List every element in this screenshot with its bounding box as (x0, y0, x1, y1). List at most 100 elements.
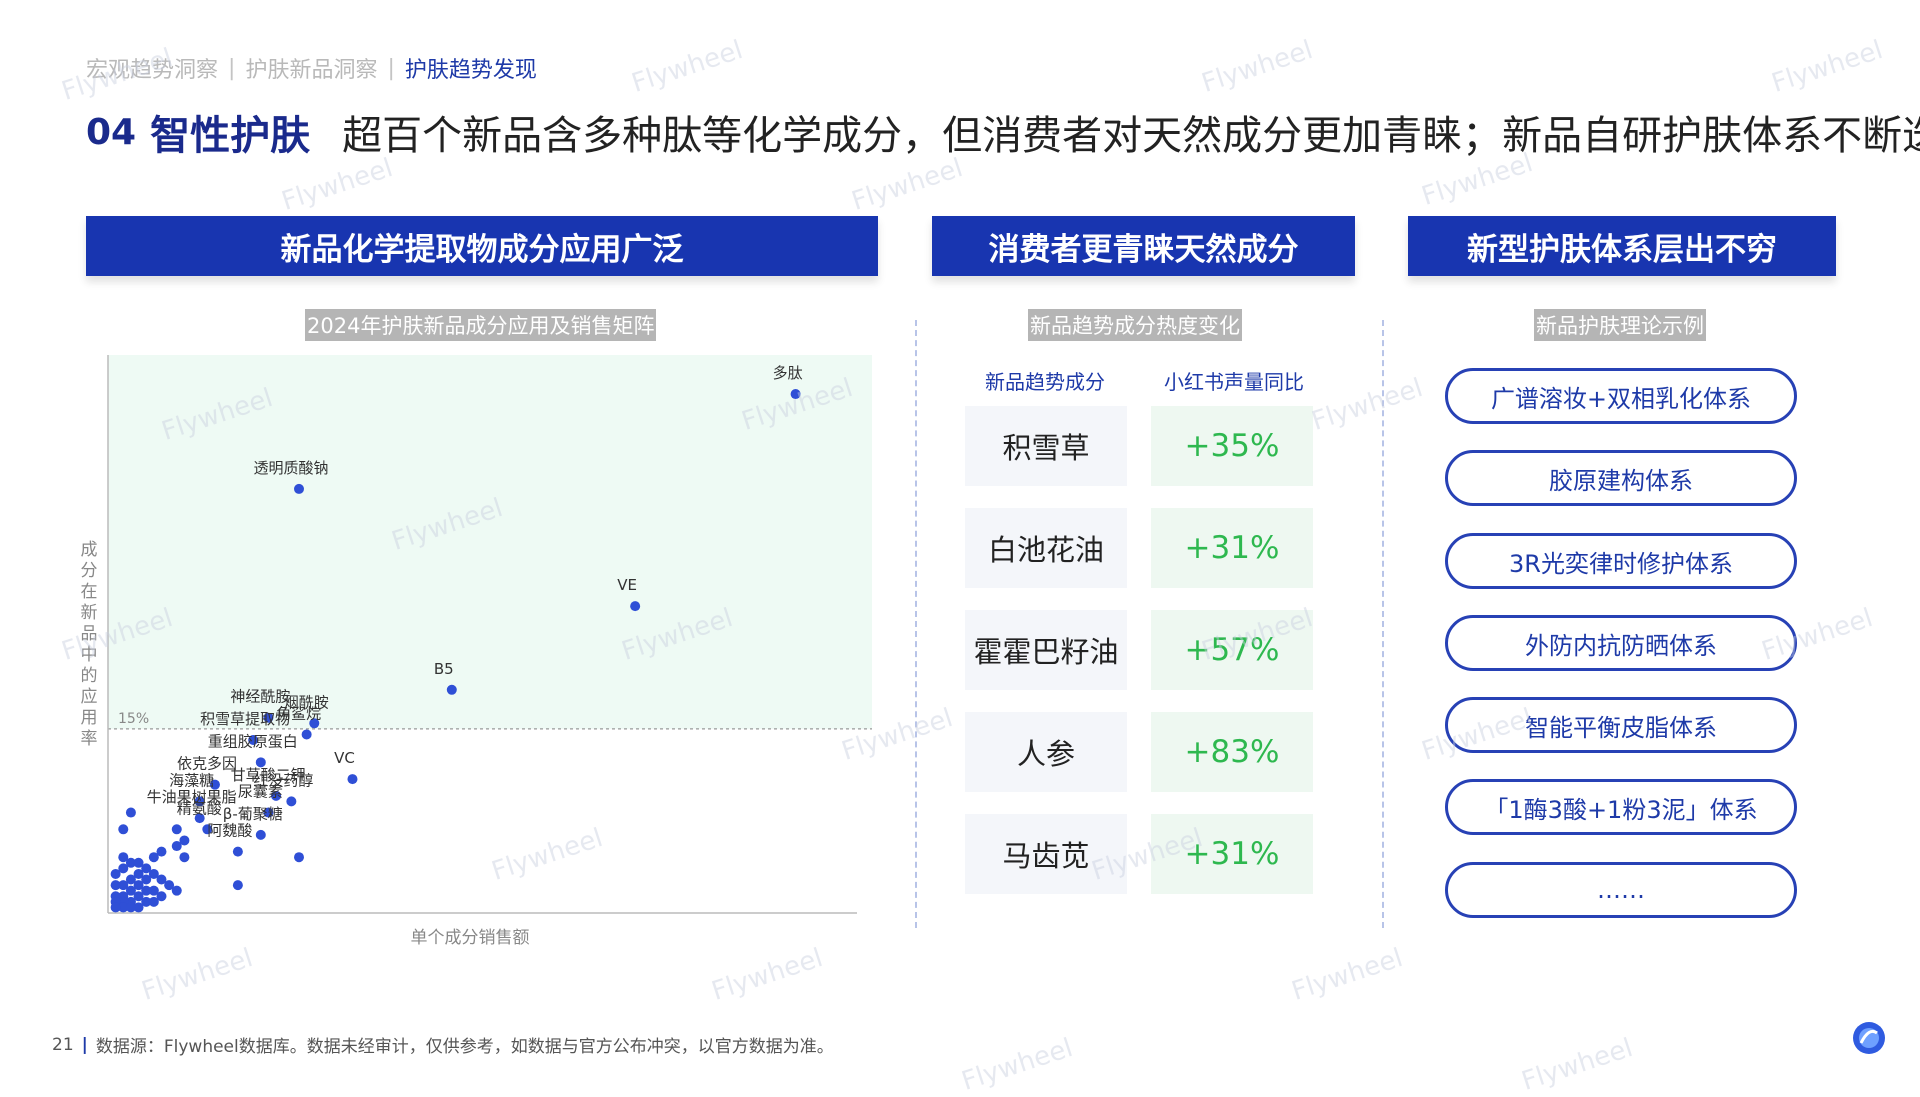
system-pill[interactable]: 3R光奕律时修护体系 (1445, 533, 1797, 589)
point-label: 阿魏酸 (207, 822, 252, 840)
scatter-point (125, 807, 136, 818)
scatter-point (446, 684, 457, 695)
scatter-point (156, 891, 167, 902)
y-axis-label-char: 率 (81, 729, 98, 749)
scatter-point (179, 852, 190, 863)
point-label: 海藻糖 (169, 771, 214, 789)
breadcrumb-separator: | (228, 55, 236, 81)
y-axis-label-char: 在 (81, 582, 98, 602)
point-label: VE (617, 576, 637, 594)
scatter-point (347, 774, 358, 785)
scatter-point (171, 841, 182, 852)
watermark: Flywheel (958, 1033, 1077, 1097)
system-pill-more[interactable]: …… (1445, 862, 1797, 918)
breadcrumb-separator: | (387, 55, 395, 81)
scatter-point (148, 852, 159, 863)
footer-divider: | (81, 1034, 88, 1055)
section-header-natural: 消费者更青睐天然成分 (932, 216, 1355, 276)
scatter-point (301, 729, 312, 740)
scatter-point (118, 824, 129, 835)
point-label: 精氨酸 (177, 799, 222, 817)
watermark: Flywheel (1198, 35, 1317, 99)
scatter-point (110, 868, 121, 879)
section-header-systems: 新型护肤体系层出不穷 (1408, 216, 1836, 276)
page-title: 04 智性护肤 超百个新品含多种肽等化学成分，但消费者对天然成分更加青睐；新品自… (86, 103, 1920, 161)
divider-dashed (1382, 320, 1384, 928)
breadcrumb-item-newproducts[interactable]: 护肤新品洞察 (245, 52, 377, 84)
y-axis-label: 成分在新品中的应用率 (81, 540, 98, 749)
watermark: Flywheel (1288, 943, 1407, 1007)
scatter-point (110, 902, 121, 913)
page-number: 21 (52, 1034, 74, 1055)
y-axis-label-char: 品 (81, 624, 98, 644)
chart-subtitle: 2024年护肤新品成分应用及销售矩阵 (305, 309, 657, 341)
ingredient-cell: 霍霍巴籽油 (965, 610, 1127, 690)
highlight-area (108, 355, 872, 729)
scatter-point (171, 824, 182, 835)
breadcrumb-item-macro[interactable]: 宏观趋势洞察 (86, 52, 218, 84)
point-label: β-葡聚糖 (223, 805, 283, 823)
scatter-point (141, 885, 152, 896)
x-axis-label: 单个成分销售额 (411, 928, 530, 948)
table-subtitle: 新品趋势成分热度变化 (1028, 309, 1242, 341)
change-cell: +57% (1151, 610, 1313, 690)
y-axis-label-char: 分 (81, 561, 98, 581)
change-cell: +35% (1151, 406, 1313, 486)
system-pill[interactable]: 「1酶3酸+1粉3泥」体系 (1445, 779, 1797, 835)
ingredient-cell: 白池花油 (965, 508, 1127, 588)
point-label: VC (334, 749, 355, 767)
point-label: 重组胶原蛋白 (208, 732, 298, 750)
y-axis-label-char: 的 (81, 666, 98, 686)
point-label: 依克多因 (177, 755, 237, 773)
point-label: 角鲨烷 (276, 704, 321, 722)
scatter-point (294, 483, 304, 494)
change-cell: +31% (1151, 508, 1313, 588)
headline: 超百个新品含多种肽等化学成分，但消费者对天然成分更加青睐；新品自研护肤体系不断迭… (342, 113, 1920, 159)
scatter-point (790, 389, 801, 400)
watermark: Flywheel (1518, 1033, 1637, 1097)
footer: 21 | 数据源：Flywheel数据库。数据未经审计，仅供参考，如数据与官方公… (52, 1032, 834, 1058)
divider-dashed (915, 320, 917, 928)
flywheel-logo-icon (1853, 1022, 1885, 1054)
column-header-ingredient: 新品趋势成分 (985, 370, 1105, 394)
ingredient-cell: 积雪草 (965, 406, 1127, 486)
scatter-point (630, 601, 641, 612)
y-axis-label-char: 用 (81, 708, 98, 728)
scatter-chart: 15% 成分在新品中的应用率 单个成分销售额 多肽透明质酸钠VEB5神经酰胺积雪… (81, 355, 872, 948)
scatter-point (294, 852, 304, 863)
y-axis-label-char: 新 (81, 603, 98, 623)
scatter-point (125, 902, 136, 913)
systems-subtitle: 新品护肤理论示例 (1534, 309, 1706, 341)
point-label: B5 (434, 660, 454, 678)
point-label: 透明质酸钠 (253, 459, 328, 477)
system-pill[interactable]: 智能平衡皮脂体系 (1445, 697, 1797, 753)
scatter-point (232, 880, 243, 891)
y-axis-label-char: 中 (81, 645, 98, 665)
change-cell: +31% (1151, 814, 1313, 894)
breadcrumb-item-trends[interactable]: 护肤趋势发现 (405, 52, 537, 84)
data-source-note: 数据源：Flywheel数据库。数据未经审计，仅供参考，如数据与官方公布冲突，以… (95, 1037, 834, 1057)
breadcrumb: 宏观趋势洞察 | 护肤新品洞察 | 护肤趋势发现 (86, 52, 537, 84)
watermark: Flywheel (1308, 373, 1427, 437)
change-cell: +83% (1151, 712, 1313, 792)
system-pill[interactable]: 外防内抗防晒体系 (1445, 615, 1797, 671)
scatter-point (110, 880, 121, 891)
system-pill[interactable]: 胶原建构体系 (1445, 450, 1797, 506)
ingredient-cell: 马齿苋 (965, 814, 1127, 894)
watermark: Flywheel (1768, 35, 1887, 99)
scatter-point (232, 846, 243, 857)
reference-line-label: 15% (118, 711, 149, 727)
watermark: Flywheel (848, 153, 967, 217)
scatter-point (255, 829, 266, 840)
watermark: Flywheel (628, 35, 747, 99)
section-topic: 智性护肤 (150, 113, 311, 159)
y-axis-label-char: 成 (81, 540, 98, 560)
scatter-point (286, 796, 297, 807)
ingredient-cell: 人参 (965, 712, 1127, 792)
system-pill[interactable]: 广谱溶妆+双相乳化体系 (1445, 368, 1797, 424)
point-label: 多肽 (773, 364, 803, 382)
scatter-point (171, 885, 182, 896)
point-label: 尿囊素 (238, 783, 283, 801)
y-axis-label-char: 应 (81, 687, 98, 707)
watermark: Flywheel (278, 153, 397, 217)
